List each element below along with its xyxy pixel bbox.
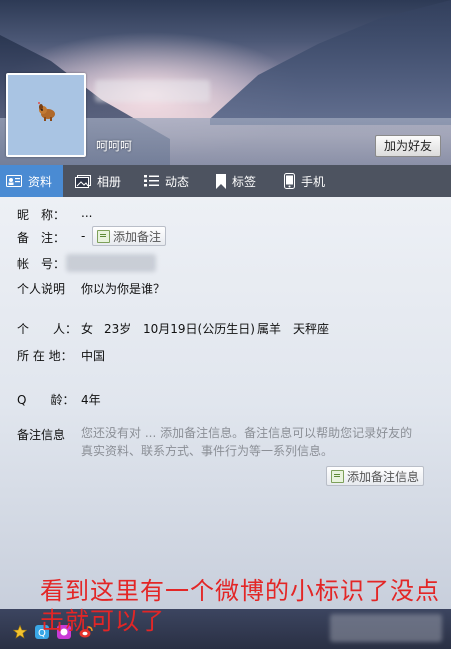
note-value: - <box>81 229 86 243</box>
about-label: 个人说明 <box>17 282 66 296</box>
q-age-value: 4年 <box>81 393 101 407</box>
tab-profile[interactable]: 资料 <box>0 165 63 197</box>
tab-tags[interactable]: 标签 <box>216 165 256 197</box>
personal-age: 23岁 <box>104 322 132 336</box>
tab-phone[interactable]: 手机 <box>284 165 325 197</box>
star-icon[interactable] <box>13 625 27 639</box>
personal-gender: 女 <box>81 322 94 336</box>
note-edit-icon <box>331 469 344 483</box>
personal-birthday: 10月19日(公历生日) <box>143 322 255 336</box>
personal-constellation: 天秤座 <box>293 322 330 336</box>
add-note-info-label: 添加备注信息 <box>347 469 420 484</box>
add-note-button[interactable]: 添加备注 <box>92 226 167 246</box>
scenery-mountain-right <box>210 0 451 125</box>
account-label: 帐 号： <box>17 257 66 271</box>
profile-tab-bar: 资料 相册 动态 标签 手机 <box>0 165 451 197</box>
profile-card-icon <box>6 175 22 187</box>
redacted-nickname <box>95 80 210 102</box>
redacted-account-number <box>66 254 156 272</box>
location-value: 中国 <box>81 349 106 363</box>
tutorial-annotation-text: 看到这里有一个微博的小标识了没点击就可以了 <box>40 577 440 635</box>
nickname-value: ... <box>81 206 93 220</box>
location-label: 所 在 地： <box>17 349 73 363</box>
note-info-description: 您还没有对 ... 添加备注信息。备注信息可以帮助您记录好友的真实资料、联系方式… <box>81 426 413 458</box>
tab-phone-label: 手机 <box>301 174 326 189</box>
bookmark-icon <box>216 173 226 189</box>
add-note-label: 添加备注 <box>113 229 162 244</box>
add-friend-button[interactable]: 加为好友 <box>375 135 441 157</box>
feed-list-icon <box>144 175 159 187</box>
avatar[interactable] <box>6 73 86 157</box>
about-value: 你以为你是谁？ <box>81 282 166 296</box>
personal-label: 个 人： <box>17 322 78 336</box>
tab-tags-label: 标签 <box>232 174 257 189</box>
profile-window: 呵呵呵 加为好友 资料 相册 动态 标签 手机 昵 称： ... 备 注： - … <box>0 0 451 649</box>
tab-album-label: 相册 <box>97 174 122 189</box>
signature-text: 呵呵呵 <box>96 139 133 153</box>
note-info-label: 备注信息 <box>17 428 66 442</box>
phone-icon <box>284 173 295 189</box>
tab-profile-label: 资料 <box>28 174 53 189</box>
dog-avatar-icon <box>38 102 55 121</box>
personal-zodiac: 属羊 <box>257 322 282 336</box>
tab-feed[interactable]: 动态 <box>144 165 189 197</box>
note-edit-icon <box>97 229 110 243</box>
nickname-label: 昵 称： <box>17 208 66 222</box>
note-label: 备 注： <box>17 231 66 245</box>
tab-feed-label: 动态 <box>165 174 190 189</box>
photo-album-icon <box>75 174 91 188</box>
q-age-label: Q 龄： <box>17 393 75 407</box>
tab-album[interactable]: 相册 <box>75 165 121 197</box>
add-note-info-button[interactable]: 添加备注信息 <box>326 466 425 486</box>
